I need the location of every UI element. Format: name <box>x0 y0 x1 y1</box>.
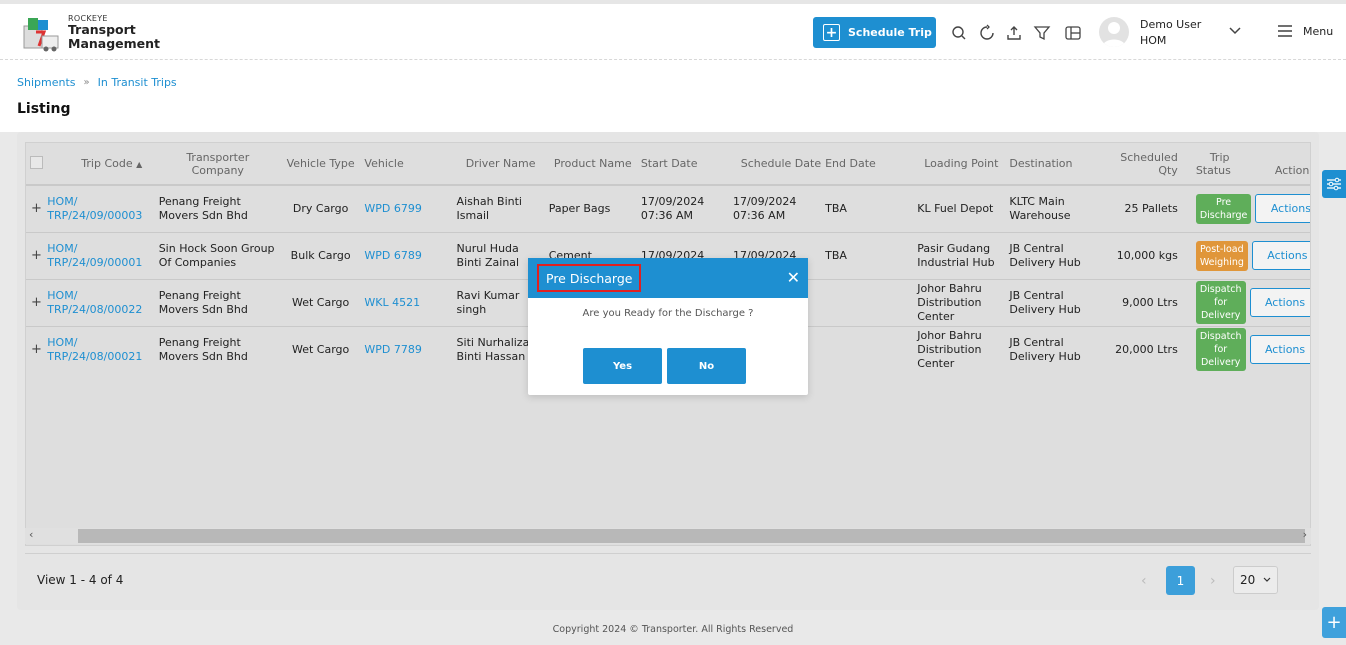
no-button[interactable]: No <box>667 348 746 384</box>
pre-discharge-dialog: Pre Discharge ✕ Are you Ready for the Di… <box>528 258 808 395</box>
dialog-title: Pre Discharge <box>537 264 642 292</box>
dialog-header: Pre Discharge ✕ <box>528 258 808 298</box>
yes-button[interactable]: Yes <box>583 348 662 384</box>
dialog-message: Are you Ready for the Discharge ? <box>582 308 754 319</box>
close-icon[interactable]: ✕ <box>787 270 800 286</box>
